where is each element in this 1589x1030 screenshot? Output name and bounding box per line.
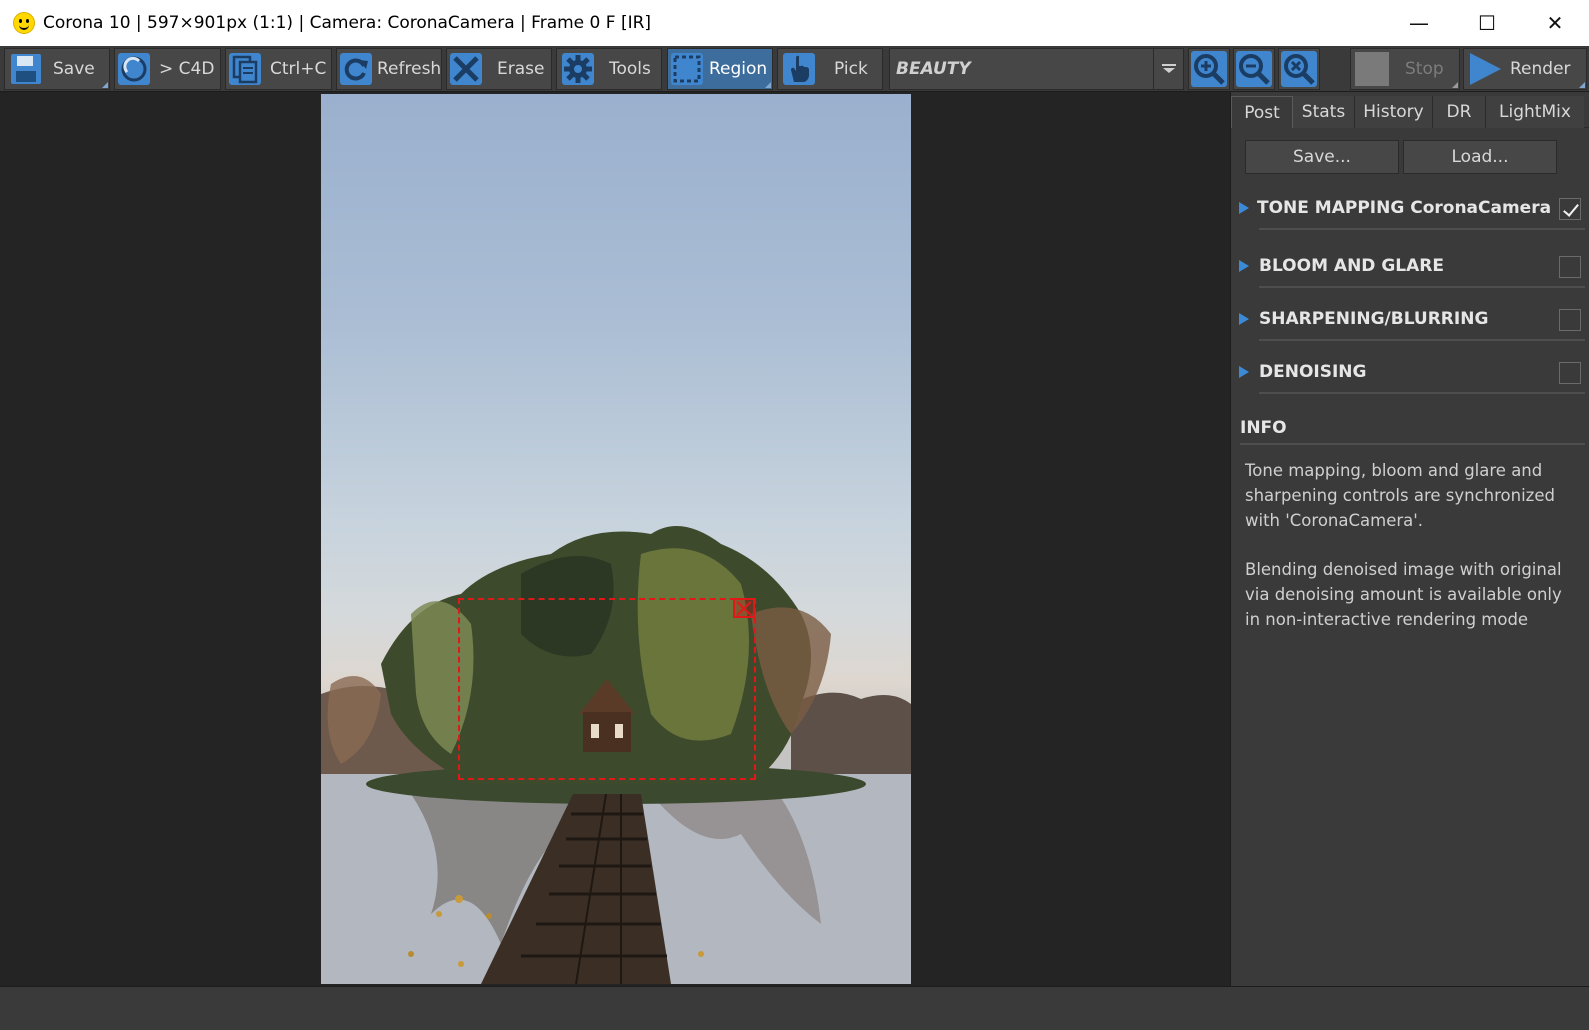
tone-mapping-checkbox[interactable]: [1559, 198, 1581, 220]
section-divider: [1259, 286, 1585, 288]
status-bar: [0, 986, 1589, 1030]
play-icon: [1466, 50, 1504, 88]
erase-button[interactable]: Erase: [446, 48, 552, 90]
erase-label: Erase: [497, 59, 545, 79]
window-title: Corona 10 | 597×901px (1:1) | Camera: Co…: [43, 13, 652, 33]
section-tone-mapping[interactable]: TONE MAPPING CoronaCamera: [1237, 190, 1585, 230]
post-panel: Post Stats History DR LightMix Save... L…: [1230, 92, 1589, 986]
refresh-label: Refresh: [377, 59, 442, 79]
section-divider: [1259, 228, 1585, 230]
render-viewport[interactable]: [0, 92, 1230, 986]
title-bar: Corona 10 | 597×901px (1:1) | Camera: Co…: [0, 0, 1589, 46]
denoising-checkbox[interactable]: [1559, 362, 1581, 384]
pick-button[interactable]: Pick: [777, 48, 883, 90]
expand-arrow-icon: [1239, 260, 1249, 272]
section-bloom-glare[interactable]: BLOOM AND GLARE: [1237, 248, 1585, 288]
floppy-disk-icon: [7, 50, 45, 88]
expand-arrow-icon: [1239, 313, 1249, 325]
stop-label: Stop: [1405, 59, 1444, 79]
c4d-label: > C4D: [159, 59, 215, 79]
tab-history[interactable]: History: [1355, 96, 1433, 128]
info-divider: [1240, 443, 1585, 445]
scene-illustration: [321, 526, 911, 984]
remove-region-icon[interactable]: [733, 598, 755, 618]
zoom-in-icon: [1191, 51, 1227, 87]
render-button[interactable]: Render: [1463, 48, 1587, 90]
save-preset-button[interactable]: Save...: [1245, 140, 1399, 174]
section-title: TONE MAPPING CoronaCamera: [1257, 198, 1552, 218]
region-button[interactable]: Region: [667, 48, 773, 90]
pick-label: Pick: [834, 59, 868, 79]
load-preset-button[interactable]: Load...: [1403, 140, 1557, 174]
section-title: SHARPENING/BLURRING: [1259, 309, 1489, 329]
rendered-image[interactable]: [321, 94, 911, 984]
info-paragraph-sync: Tone mapping, bloom and glare and sharpe…: [1245, 461, 1555, 530]
gear-icon: [559, 50, 597, 88]
bloom-glare-checkbox[interactable]: [1559, 256, 1581, 278]
tab-lightmix[interactable]: LightMix: [1486, 96, 1584, 128]
send-to-c4d-button[interactable]: > C4D: [114, 48, 221, 90]
zoom-reset-button[interactable]: [1278, 48, 1320, 90]
section-divider: [1259, 392, 1585, 394]
refresh-icon: [339, 50, 373, 88]
info-heading: INFO: [1240, 418, 1287, 438]
toolbar: Save > C4D Ctrl+C Refresh Erase Tools Re…: [0, 46, 1589, 92]
render-region-box[interactable]: [458, 598, 756, 780]
zoom-out-button[interactable]: [1233, 48, 1275, 90]
close-button[interactable]: ✕: [1521, 0, 1589, 46]
save-button[interactable]: Save: [4, 48, 110, 90]
chevron-down-icon[interactable]: [1153, 49, 1183, 89]
copy-icon: [228, 50, 262, 88]
expand-arrow-icon: [1239, 366, 1249, 378]
panel-tabs: Post Stats History DR LightMix: [1231, 96, 1589, 128]
tab-dr[interactable]: DR: [1433, 96, 1486, 128]
section-title: BLOOM AND GLARE: [1259, 256, 1444, 276]
info-text: Tone mapping, bloom and glare and sharpe…: [1245, 458, 1580, 656]
tab-stats[interactable]: Stats: [1293, 96, 1355, 128]
c4d-logo-icon: [117, 50, 151, 88]
tools-label: Tools: [609, 59, 651, 79]
zoom-out-icon: [1236, 51, 1272, 87]
tools-button[interactable]: Tools: [556, 48, 662, 90]
erase-x-icon: [449, 50, 483, 88]
refresh-button[interactable]: Refresh: [336, 48, 442, 90]
render-label: Render: [1510, 59, 1571, 79]
save-label: Save: [53, 59, 95, 79]
render-channel-value: BEAUTY: [896, 59, 971, 79]
render-channel-select[interactable]: BEAUTY: [889, 48, 1184, 90]
copy-label: Ctrl+C: [270, 59, 327, 79]
zoom-reset-icon: [1281, 51, 1317, 87]
section-divider: [1259, 339, 1585, 341]
section-title: DENOISING: [1259, 362, 1367, 382]
zoom-in-button[interactable]: [1188, 48, 1230, 90]
region-select-icon: [670, 50, 704, 88]
region-label: Region: [709, 59, 768, 79]
dropdown-corner: [1579, 82, 1585, 88]
sharpening-checkbox[interactable]: [1559, 309, 1581, 331]
maximize-button[interactable]: ☐: [1453, 0, 1521, 46]
dropdown-corner: [1452, 82, 1458, 88]
expand-arrow-icon: [1239, 202, 1249, 214]
stop-square-icon: [1353, 50, 1391, 88]
info-paragraph-denoise: Blending denoised image with original vi…: [1245, 560, 1562, 629]
stop-button[interactable]: Stop: [1350, 48, 1460, 90]
dropdown-corner: [102, 82, 108, 88]
section-denoising[interactable]: DENOISING: [1237, 354, 1585, 394]
hand-pointer-icon: [780, 50, 818, 88]
minimize-button[interactable]: —: [1385, 0, 1453, 46]
window-controls: — ☐ ✕: [1385, 0, 1589, 46]
corona-smiley-icon: [13, 12, 35, 34]
copy-button[interactable]: Ctrl+C: [225, 48, 332, 90]
tab-post[interactable]: Post: [1231, 96, 1293, 128]
section-sharpening-blurring[interactable]: SHARPENING/BLURRING: [1237, 301, 1585, 341]
dropdown-corner: [765, 82, 771, 88]
